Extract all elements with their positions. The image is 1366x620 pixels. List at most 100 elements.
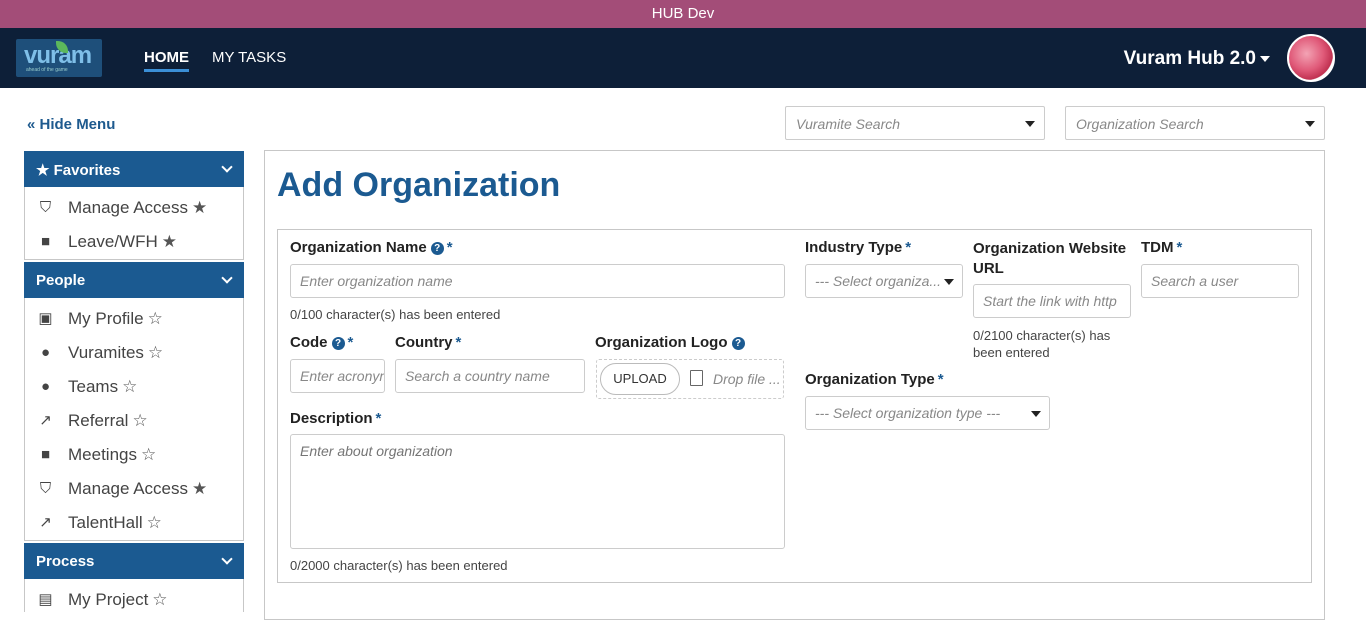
chevron-down-icon — [221, 272, 233, 284]
required-marker: * — [347, 334, 354, 351]
star-outline-icon[interactable]: ☆ — [148, 309, 163, 328]
logo-tagline: ahead of the game — [26, 67, 68, 73]
sidebar-section-people[interactable]: People — [24, 262, 244, 298]
required-marker: * — [905, 239, 912, 256]
star-filled-icon[interactable]: ★ — [192, 198, 207, 217]
required-marker: * — [446, 239, 453, 256]
website-label-text: Organization Website URL — [973, 240, 1127, 277]
vuram-logo[interactable]: vuram ahead of the game — [16, 39, 102, 77]
industry-type-label-text: Industry Type — [805, 239, 903, 256]
org-logo-label: Organization Logo? — [595, 334, 745, 351]
sidebar-item-leave-wfh[interactable]: ■ Leave/WFH ★ — [25, 225, 243, 259]
star-outline-icon[interactable]: ☆ — [122, 377, 137, 396]
website-input[interactable]: Start the link with http — [973, 284, 1131, 318]
file-excel-icon: ▤ — [38, 591, 53, 608]
shield-icon: ⛉ — [39, 480, 52, 497]
country-placeholder: Search a country name — [405, 368, 550, 384]
sidebar-item-label: Referral — [68, 411, 129, 430]
chevron-down-icon — [221, 161, 233, 173]
people-list: ▣ My Profile ☆ ● Vuramites ☆ ● Teams ☆ ↗ Re… — [24, 298, 244, 541]
sidebar-item-my-project[interactable]: ▤ My Project ☆ — [25, 583, 243, 612]
industry-type-select[interactable]: --- Select organiza... — [805, 264, 963, 298]
avatar[interactable] — [1287, 34, 1335, 82]
profile-icon: ▣ — [38, 310, 53, 327]
chevron-down-icon — [221, 553, 233, 565]
sidebar-item-label: Meetings — [68, 445, 137, 464]
org-logo-label-text: Organization Logo — [595, 334, 728, 351]
tab-home[interactable]: HOME — [144, 49, 189, 72]
sidebar-item-meetings[interactable]: ■ Meetings ☆ — [25, 438, 243, 472]
required-marker: * — [375, 410, 382, 427]
country-search-input[interactable]: Search a country name — [395, 359, 585, 393]
star-outline-icon[interactable]: ☆ — [152, 590, 167, 609]
org-name-input[interactable]: Enter organization name — [290, 264, 785, 298]
country-label: Country * — [395, 334, 461, 351]
favorites-list: ⛉ Manage Access ★ ■ Leave/WFH ★ — [24, 187, 244, 260]
tdm-placeholder: Search a user — [1151, 273, 1239, 289]
star-icon: ★ — [36, 162, 50, 179]
users-icon: ● — [40, 344, 51, 361]
section-title: Favorites — [53, 162, 121, 179]
required-marker: * — [1176, 239, 1183, 256]
page-title: Add Organization — [277, 166, 561, 204]
users-icon: ● — [40, 378, 51, 395]
hide-menu-link[interactable]: « Hide Menu — [27, 116, 115, 133]
sidebar-item-teams[interactable]: ● Teams ☆ — [25, 370, 243, 404]
sidebar-item-label: Manage Access — [68, 479, 189, 498]
sidebar-item-vuramites[interactable]: ● Vuramites ☆ — [25, 336, 243, 370]
sidebar-item-referral[interactable]: ↗ Referral ☆ — [25, 404, 243, 438]
app-switcher[interactable]: Vuram Hub 2.0 — [1124, 48, 1270, 70]
drop-file-text: Drop file ... — [713, 371, 781, 387]
chevron-down-icon — [1025, 121, 1035, 127]
org-name-helper: 0/100 character(s) has been entered — [290, 307, 501, 322]
star-filled-icon[interactable]: ★ — [162, 232, 177, 251]
chevron-down-icon — [1305, 121, 1315, 127]
star-outline-icon[interactable]: ☆ — [147, 513, 162, 532]
sidebar-section-favorites[interactable]: ★ Favorites — [24, 151, 244, 187]
code-label: Code? * — [290, 334, 353, 351]
sidebar-item-manage-access[interactable]: ⛉ Manage Access ★ — [25, 472, 243, 506]
section-title: People — [36, 272, 86, 289]
section-title: Process — [36, 553, 95, 570]
help-icon[interactable]: ? — [331, 337, 345, 350]
upload-button[interactable]: UPLOAD — [600, 363, 680, 395]
sidebar-item-label: Teams — [68, 377, 119, 396]
star-outline-icon[interactable]: ☆ — [132, 411, 147, 430]
required-marker: * — [455, 334, 462, 351]
help-icon[interactable]: ? — [430, 242, 444, 255]
org-type-select[interactable]: --- Select organization type --- — [805, 396, 1050, 430]
video-icon: ■ — [40, 446, 51, 463]
tdm-user-search[interactable]: Search a user — [1141, 264, 1299, 298]
description-textarea[interactable] — [290, 434, 785, 549]
sidebar-item-manage-access-fav[interactable]: ⛉ Manage Access ★ — [25, 191, 243, 225]
logo-dropzone[interactable]: UPLOAD Drop file ... — [596, 359, 784, 399]
required-marker: * — [937, 371, 944, 388]
org-type-placeholder: --- Select organization type --- — [815, 405, 1001, 421]
sidebar-section-process[interactable]: Process — [24, 543, 244, 579]
organization-search[interactable]: Organization Search — [1065, 106, 1325, 140]
window-title: HUB Dev — [0, 0, 1366, 28]
process-list: ▤ My Project ☆ — [24, 579, 244, 612]
sidebar-item-talenthall[interactable]: ↗ TalentHall ☆ — [25, 506, 243, 540]
description-label: Description * — [290, 410, 381, 427]
vuramite-search[interactable]: Vuramite Search — [785, 106, 1045, 140]
tab-my-tasks[interactable]: MY TASKS — [212, 49, 286, 66]
org-type-label-text: Organization Type — [805, 371, 935, 388]
sidebar-item-label: TalentHall — [68, 513, 143, 532]
chevron-down-icon — [944, 279, 954, 285]
star-filled-icon[interactable]: ★ — [192, 479, 207, 498]
briefcase-icon: ■ — [40, 233, 51, 250]
star-outline-icon[interactable]: ☆ — [141, 445, 156, 464]
org-name-label-text: Organization Name — [290, 239, 427, 256]
code-placeholder: Enter acronym — [300, 368, 385, 384]
sidebar-item-label: My Project — [68, 590, 149, 609]
share-icon: ↗ — [39, 412, 52, 429]
sidebar-item-my-profile[interactable]: ▣ My Profile ☆ — [25, 302, 243, 336]
code-input[interactable]: Enter acronym — [290, 359, 385, 393]
vuramite-search-placeholder: Vuramite Search — [796, 116, 901, 132]
help-icon[interactable]: ? — [731, 337, 745, 350]
share-icon: ↗ — [39, 514, 52, 531]
shield-icon: ⛉ — [39, 199, 52, 216]
star-outline-icon[interactable]: ☆ — [148, 343, 163, 362]
sidebar-item-label: Leave/WFH — [68, 232, 158, 251]
